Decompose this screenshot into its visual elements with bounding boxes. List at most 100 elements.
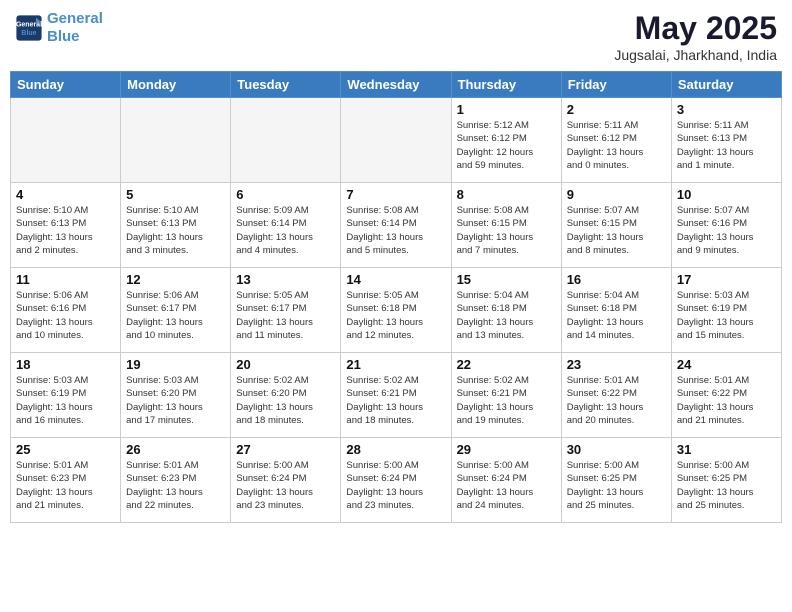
calendar-cell: 13 Sunrise: 5:05 AM Sunset: 6:17 PM Dayli… bbox=[231, 268, 341, 353]
day-info: Sunrise: 5:06 AM Sunset: 6:17 PM Dayligh… bbox=[126, 289, 225, 342]
day-number: 29 bbox=[457, 442, 556, 457]
day-number: 22 bbox=[457, 357, 556, 372]
day-number: 27 bbox=[236, 442, 335, 457]
calendar-cell: 9Sunrise: 5:07 AM Sunset: 6:15 PM Daylig… bbox=[561, 183, 671, 268]
calendar-cell: 23 Sunrise: 5:01 AM Sunset: 6:22 PM Dayli… bbox=[561, 353, 671, 438]
calendar-cell: 10 Sunrise: 5:07 AM Sunset: 6:16 PM Dayli… bbox=[671, 183, 781, 268]
day-info: Sunrise: 5:12 AM Sunset: 6:12 PM Dayligh… bbox=[457, 119, 556, 172]
day-info: Sunrise: 5:02 AM Sunset: 6:20 PM Dayligh… bbox=[236, 374, 335, 427]
day-info: Sunrise: 5:00 AM Sunset: 6:24 PM Dayligh… bbox=[236, 459, 335, 512]
day-number: 10 bbox=[677, 187, 776, 202]
calendar-cell: 28 Sunrise: 5:00 AM Sunset: 6:24 PM Dayli… bbox=[341, 438, 451, 523]
calendar-cell: 1 Sunrise: 5:12 AM Sunset: 6:12 PM Daylig… bbox=[451, 98, 561, 183]
day-number: 2 bbox=[567, 102, 666, 117]
day-number: 5 bbox=[126, 187, 225, 202]
calendar-cell: 20 Sunrise: 5:02 AM Sunset: 6:20 PM Dayli… bbox=[231, 353, 341, 438]
day-info: Sunrise: 5:00 AM Sunset: 6:24 PM Dayligh… bbox=[457, 459, 556, 512]
day-number: 6 bbox=[236, 187, 335, 202]
month-title: May 2025 bbox=[614, 10, 777, 47]
day-number: 9 bbox=[567, 187, 666, 202]
day-number: 11 bbox=[16, 272, 115, 287]
day-info: Sunrise: 5:00 AM Sunset: 6:25 PM Dayligh… bbox=[567, 459, 666, 512]
day-info: Sunrise: 5:11 AM Sunset: 6:12 PM Dayligh… bbox=[567, 119, 666, 172]
title-block: May 2025 Jugsalai, Jharkhand, India bbox=[614, 10, 777, 63]
calendar-cell: 27 Sunrise: 5:00 AM Sunset: 6:24 PM Dayli… bbox=[231, 438, 341, 523]
day-number: 17 bbox=[677, 272, 776, 287]
calendar-cell bbox=[121, 98, 231, 183]
calendar-cell bbox=[341, 98, 451, 183]
day-number: 31 bbox=[677, 442, 776, 457]
calendar-cell: 4 Sunrise: 5:10 AM Sunset: 6:13 PM Daylig… bbox=[11, 183, 121, 268]
day-info: Sunrise: 5:02 AM Sunset: 6:21 PM Dayligh… bbox=[457, 374, 556, 427]
day-number: 15 bbox=[457, 272, 556, 287]
calendar-cell: 2 Sunrise: 5:11 AM Sunset: 6:12 PM Daylig… bbox=[561, 98, 671, 183]
calendar-cell: 16Sunrise: 5:04 AM Sunset: 6:18 PM Dayli… bbox=[561, 268, 671, 353]
day-info: Sunrise: 5:00 AM Sunset: 6:24 PM Dayligh… bbox=[346, 459, 445, 512]
calendar-cell: 24Sunrise: 5:01 AM Sunset: 6:22 PM Dayli… bbox=[671, 353, 781, 438]
day-number: 16 bbox=[567, 272, 666, 287]
calendar-cell: 14 Sunrise: 5:05 AM Sunset: 6:18 PM Dayli… bbox=[341, 268, 451, 353]
calendar-cell: 18 Sunrise: 5:03 AM Sunset: 6:19 PM Dayli… bbox=[11, 353, 121, 438]
calendar-cell: 5 Sunrise: 5:10 AM Sunset: 6:13 PM Daylig… bbox=[121, 183, 231, 268]
day-info: Sunrise: 5:01 AM Sunset: 6:22 PM Dayligh… bbox=[567, 374, 666, 427]
calendar-cell: 19Sunrise: 5:03 AM Sunset: 6:20 PM Dayli… bbox=[121, 353, 231, 438]
day-info: Sunrise: 5:07 AM Sunset: 6:16 PM Dayligh… bbox=[677, 204, 776, 257]
day-number: 28 bbox=[346, 442, 445, 457]
week-row-3: 11 Sunrise: 5:06 AM Sunset: 6:16 PM Dayli… bbox=[11, 268, 782, 353]
day-number: 20 bbox=[236, 357, 335, 372]
location: Jugsalai, Jharkhand, India bbox=[614, 47, 777, 63]
day-number: 26 bbox=[126, 442, 225, 457]
weekday-header-thursday: Thursday bbox=[451, 72, 561, 98]
day-info: Sunrise: 5:03 AM Sunset: 6:19 PM Dayligh… bbox=[16, 374, 115, 427]
calendar-cell: 11 Sunrise: 5:06 AM Sunset: 6:16 PM Dayli… bbox=[11, 268, 121, 353]
day-number: 19 bbox=[126, 357, 225, 372]
day-info: Sunrise: 5:02 AM Sunset: 6:21 PM Dayligh… bbox=[346, 374, 445, 427]
weekday-header-wednesday: Wednesday bbox=[341, 72, 451, 98]
day-number: 24 bbox=[677, 357, 776, 372]
calendar-cell: 25Sunrise: 5:01 AM Sunset: 6:23 PM Dayli… bbox=[11, 438, 121, 523]
calendar-cell: 30 Sunrise: 5:00 AM Sunset: 6:25 PM Dayli… bbox=[561, 438, 671, 523]
logo-icon: General Blue bbox=[15, 14, 43, 42]
day-info: Sunrise: 5:01 AM Sunset: 6:23 PM Dayligh… bbox=[126, 459, 225, 512]
weekday-header-tuesday: Tuesday bbox=[231, 72, 341, 98]
day-info: Sunrise: 5:06 AM Sunset: 6:16 PM Dayligh… bbox=[16, 289, 115, 342]
day-info: Sunrise: 5:05 AM Sunset: 6:18 PM Dayligh… bbox=[346, 289, 445, 342]
day-number: 18 bbox=[16, 357, 115, 372]
day-number: 3 bbox=[677, 102, 776, 117]
calendar-cell: 12 Sunrise: 5:06 AM Sunset: 6:17 PM Dayli… bbox=[121, 268, 231, 353]
weekday-header-row: SundayMondayTuesdayWednesdayThursdayFrid… bbox=[11, 72, 782, 98]
calendar-cell: 31 Sunrise: 5:00 AM Sunset: 6:25 PM Dayli… bbox=[671, 438, 781, 523]
calendar-cell: 15 Sunrise: 5:04 AM Sunset: 6:18 PM Dayli… bbox=[451, 268, 561, 353]
weekday-header-friday: Friday bbox=[561, 72, 671, 98]
calendar-cell bbox=[11, 98, 121, 183]
day-info: Sunrise: 5:10 AM Sunset: 6:13 PM Dayligh… bbox=[16, 204, 115, 257]
calendar-cell: 26 Sunrise: 5:01 AM Sunset: 6:23 PM Dayli… bbox=[121, 438, 231, 523]
calendar-cell: 3 Sunrise: 5:11 AM Sunset: 6:13 PM Daylig… bbox=[671, 98, 781, 183]
day-number: 13 bbox=[236, 272, 335, 287]
day-info: Sunrise: 5:05 AM Sunset: 6:17 PM Dayligh… bbox=[236, 289, 335, 342]
logo: General Blue GeneralBlue bbox=[15, 10, 103, 46]
day-info: Sunrise: 5:08 AM Sunset: 6:15 PM Dayligh… bbox=[457, 204, 556, 257]
day-number: 12 bbox=[126, 272, 225, 287]
calendar-cell bbox=[231, 98, 341, 183]
day-info: Sunrise: 5:08 AM Sunset: 6:14 PM Dayligh… bbox=[346, 204, 445, 257]
day-number: 8 bbox=[457, 187, 556, 202]
day-number: 23 bbox=[567, 357, 666, 372]
week-row-5: 25Sunrise: 5:01 AM Sunset: 6:23 PM Dayli… bbox=[11, 438, 782, 523]
calendar-cell: 17Sunrise: 5:03 AM Sunset: 6:19 PM Dayli… bbox=[671, 268, 781, 353]
day-number: 7 bbox=[346, 187, 445, 202]
week-row-2: 4 Sunrise: 5:10 AM Sunset: 6:13 PM Daylig… bbox=[11, 183, 782, 268]
logo-text: GeneralBlue bbox=[47, 10, 103, 46]
day-number: 30 bbox=[567, 442, 666, 457]
day-info: Sunrise: 5:01 AM Sunset: 6:23 PM Dayligh… bbox=[16, 459, 115, 512]
day-number: 1 bbox=[457, 102, 556, 117]
day-info: Sunrise: 5:04 AM Sunset: 6:18 PM Dayligh… bbox=[457, 289, 556, 342]
calendar-cell: 22 Sunrise: 5:02 AM Sunset: 6:21 PM Dayli… bbox=[451, 353, 561, 438]
day-info: Sunrise: 5:11 AM Sunset: 6:13 PM Dayligh… bbox=[677, 119, 776, 172]
svg-text:General: General bbox=[16, 22, 42, 29]
day-info: Sunrise: 5:10 AM Sunset: 6:13 PM Dayligh… bbox=[126, 204, 225, 257]
day-number: 4 bbox=[16, 187, 115, 202]
day-info: Sunrise: 5:00 AM Sunset: 6:25 PM Dayligh… bbox=[677, 459, 776, 512]
day-info: Sunrise: 5:09 AM Sunset: 6:14 PM Dayligh… bbox=[236, 204, 335, 257]
day-number: 14 bbox=[346, 272, 445, 287]
